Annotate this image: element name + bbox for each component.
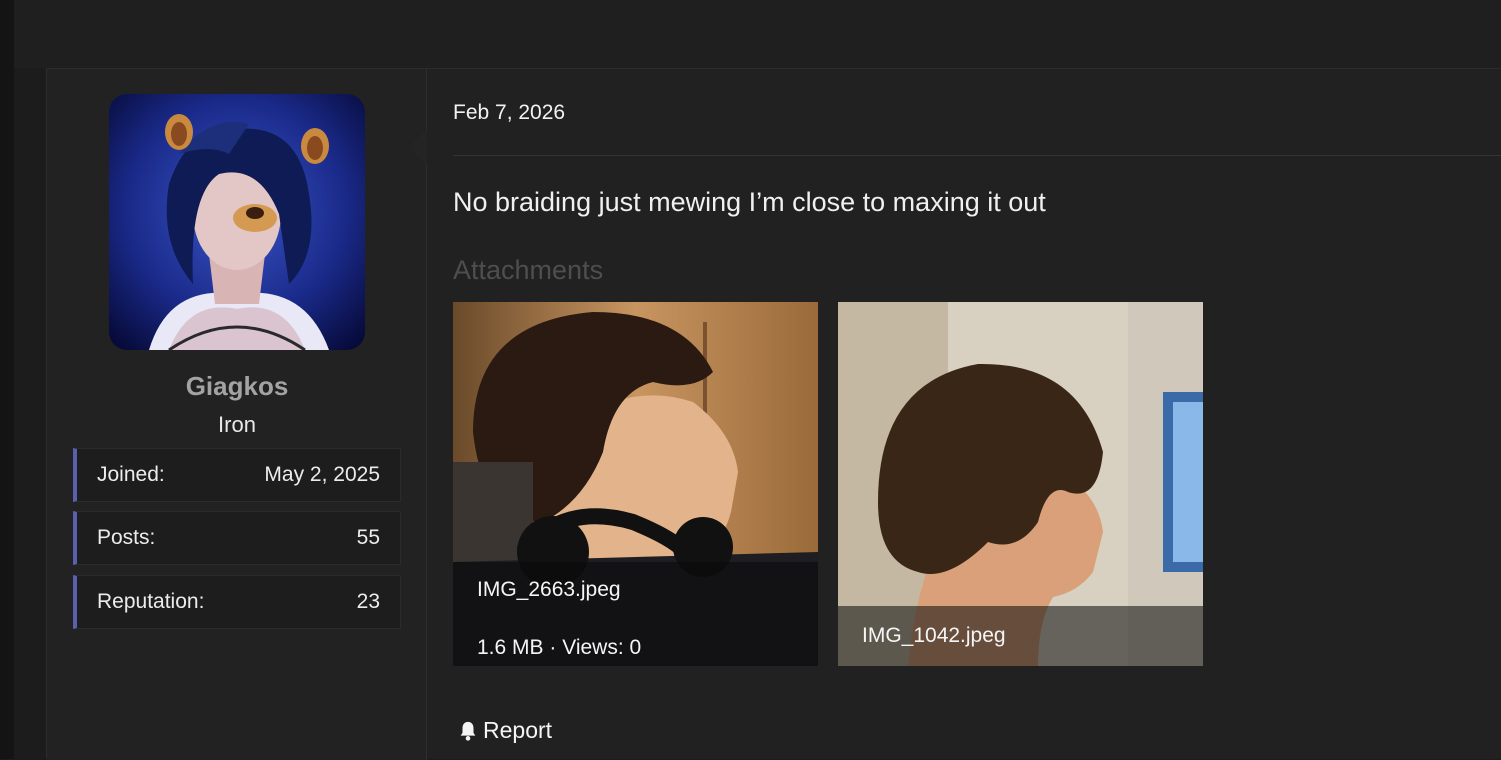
avatar[interactable] xyxy=(109,94,365,350)
attachment-thumbnail-2[interactable]: IMG_1042.jpeg xyxy=(838,302,1203,666)
bell-icon xyxy=(460,721,476,741)
attachments-heading: Attachments xyxy=(453,255,604,285)
report-label: Report xyxy=(483,717,553,743)
attachment-filename: IMG_1042.jpeg xyxy=(862,624,1006,647)
left-edge-strip xyxy=(0,0,14,759)
stat-label: Joined: xyxy=(97,463,165,486)
report-button[interactable]: Report xyxy=(457,717,552,744)
username[interactable]: Giagkos xyxy=(47,371,427,402)
top-bar xyxy=(14,0,1501,68)
stat-value: 23 xyxy=(356,590,380,613)
attachment-filename: IMG_2663.jpeg xyxy=(477,578,621,601)
post-pointer-arrow xyxy=(409,129,427,165)
stat-label: Reputation: xyxy=(97,590,205,613)
stat-posts: Posts: 55 xyxy=(73,511,401,565)
post-body-text: No braiding just mewing I’m close to max… xyxy=(453,187,1046,217)
stat-value: 55 xyxy=(356,526,380,549)
user-info-panel: Giagkos Iron Joined: May 2, 2025 Posts: … xyxy=(47,69,427,760)
user-rank: Iron xyxy=(218,412,256,437)
stat-joined: Joined: May 2, 2025 xyxy=(73,448,401,502)
header-divider xyxy=(453,155,1501,156)
attachment-thumbnail-1[interactable]: IMG_2663.jpeg 1.6 MB · Views: 0 xyxy=(453,302,818,666)
stat-label: Posts: xyxy=(97,526,156,549)
stat-reputation: Reputation: 23 xyxy=(73,575,401,629)
thumbnail-caption: IMG_1042.jpeg xyxy=(838,606,1203,666)
forum-post: Giagkos Iron Joined: May 2, 2025 Posts: … xyxy=(46,68,1501,760)
post-date[interactable]: Feb 7, 2026 xyxy=(453,101,565,125)
stat-value: May 2, 2025 xyxy=(264,463,380,486)
thumbnail-caption: IMG_2663.jpeg 1.6 MB · Views: 0 xyxy=(453,562,818,666)
attachment-meta: 1.6 MB · Views: 0 xyxy=(477,636,642,659)
